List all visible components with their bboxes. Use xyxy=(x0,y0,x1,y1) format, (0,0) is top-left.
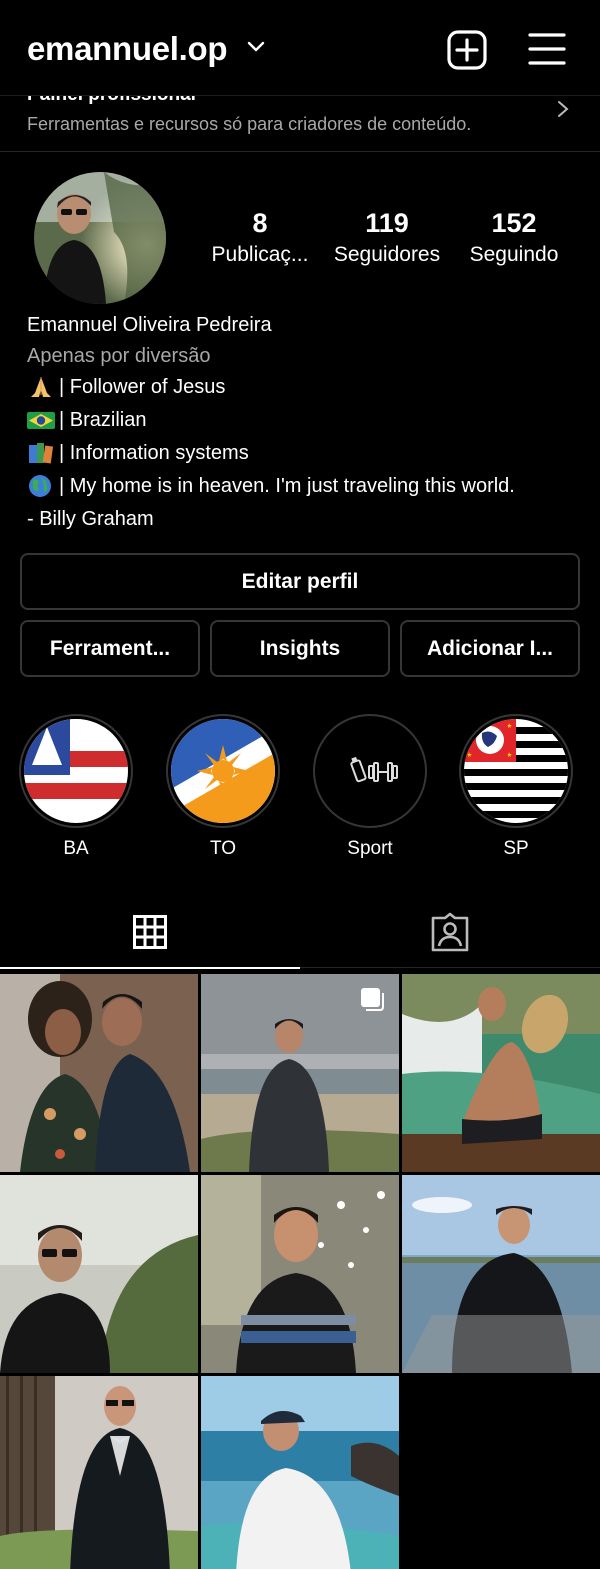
books-icon xyxy=(27,441,55,465)
highlight-label: SP xyxy=(503,838,529,859)
highlight-ring xyxy=(19,714,133,828)
post-thumbnail[interactable] xyxy=(0,1376,198,1569)
highlight-ring xyxy=(166,714,280,828)
tagged-person-icon xyxy=(431,912,469,952)
grid-icon xyxy=(133,915,167,949)
post-thumbnail[interactable] xyxy=(201,974,399,1172)
followers-count: 119 xyxy=(365,208,409,238)
brazil-flag-icon xyxy=(27,408,55,432)
post-thumbnail[interactable] xyxy=(0,974,198,1172)
profile-tabs xyxy=(0,896,600,969)
post-thumbnail[interactable] xyxy=(402,1175,600,1373)
highlight-sport[interactable]: Sport xyxy=(313,714,427,860)
profile-full-name: Emannuel Oliveira Pedreira xyxy=(27,314,272,336)
bio-text: | Brazilian xyxy=(59,408,147,431)
bio-text: | My home is in heaven. I'm just traveli… xyxy=(59,474,515,497)
posts-label: Publicaç... xyxy=(211,243,309,266)
followers-label: Seguidores xyxy=(333,243,441,266)
profile-avatar[interactable] xyxy=(34,172,166,304)
add-button[interactable]: Adicionar I... xyxy=(400,620,580,677)
highlight-ring xyxy=(313,714,427,828)
profile-category: Apenas por diversão xyxy=(27,345,211,367)
stat-posts[interactable]: 8 Publicaç... xyxy=(204,208,316,267)
highlight-label: BA xyxy=(63,838,89,859)
sao-paulo-flag-icon xyxy=(464,719,568,823)
stat-following[interactable]: 152 Seguindo xyxy=(462,208,566,267)
highlight-label: Sport xyxy=(347,838,393,859)
tab-posts-grid[interactable] xyxy=(0,896,300,969)
new-post-icon[interactable] xyxy=(446,29,488,71)
insights-button[interactable]: Insights xyxy=(210,620,390,677)
bio-text: | Information systems xyxy=(59,441,249,464)
post-thumbnail[interactable] xyxy=(201,1175,399,1373)
praying-hands-icon xyxy=(27,375,55,399)
multiple-photos-icon xyxy=(361,988,384,1011)
highlight-ba[interactable]: BA xyxy=(19,714,133,860)
hamburger-menu-icon[interactable] xyxy=(528,32,566,66)
following-count: 152 xyxy=(491,208,537,238)
tools-button[interactable]: Ferrament... xyxy=(20,620,200,677)
bahia-flag-icon xyxy=(24,719,128,823)
bio-line: | Brazilian xyxy=(27,408,146,432)
highlight-label: TO xyxy=(209,838,237,859)
active-tab-indicator xyxy=(0,967,300,969)
bio-text: - Billy Graham xyxy=(27,508,154,530)
bio-line: | My home is in heaven. I'm just traveli… xyxy=(27,474,515,498)
highlight-ring xyxy=(459,714,573,828)
panel-subtitle: Ferramentas e recursos só para criadores… xyxy=(27,114,472,134)
bio-line: - Billy Graham xyxy=(27,508,154,531)
chevron-right-icon xyxy=(558,101,569,117)
post-thumbnail[interactable] xyxy=(201,1376,399,1569)
post-thumbnail[interactable] xyxy=(402,974,600,1172)
edit-profile-button[interactable]: Editar perfil xyxy=(20,553,580,610)
highlight-to[interactable]: TO xyxy=(166,714,280,860)
posts-count: 8 xyxy=(252,208,268,238)
highlight-sp[interactable]: SP xyxy=(459,714,573,860)
tocantins-flag-icon xyxy=(171,719,275,823)
dumbbell-bottle-icon xyxy=(318,719,422,823)
bio-line: | Information systems xyxy=(27,441,249,465)
tab-tagged[interactable] xyxy=(300,896,600,968)
bio-text: | Follower of Jesus xyxy=(59,375,226,398)
following-label: Seguindo xyxy=(469,243,559,266)
chevron-down-icon[interactable] xyxy=(247,38,265,56)
top-bar: emannuel.op xyxy=(0,0,600,96)
professional-dashboard-link[interactable]: Painel profissional Ferramentas e recurs… xyxy=(0,96,600,152)
stat-followers[interactable]: 119 Seguidores xyxy=(326,208,448,267)
panel-title: Painel profissional xyxy=(27,96,196,106)
bio-line: | Follower of Jesus xyxy=(27,375,225,399)
globe-icon xyxy=(27,474,55,498)
account-switcher[interactable]: emannuel.op xyxy=(27,30,228,68)
post-thumbnail[interactable] xyxy=(0,1175,198,1373)
